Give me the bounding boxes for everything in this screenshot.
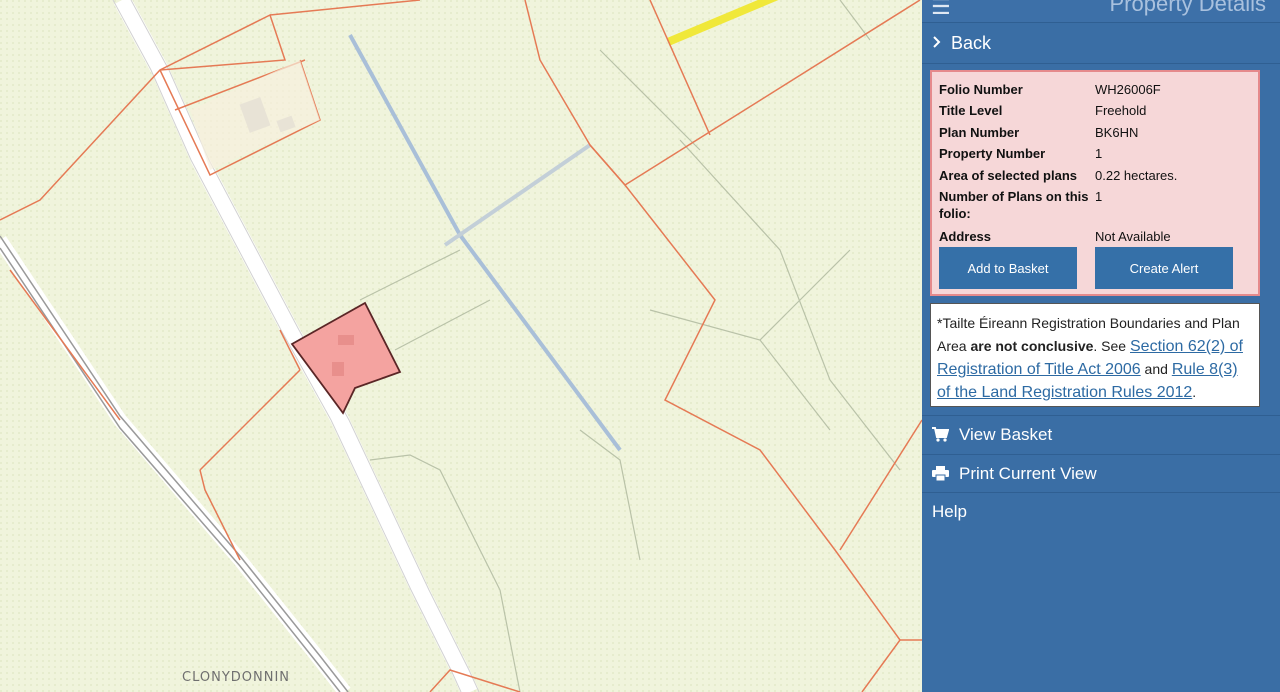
add-to-basket-button[interactable]: Add to Basket	[939, 247, 1077, 289]
detail-label: Title Level	[939, 103, 1003, 118]
detail-label: Number of Plans on this folio:	[939, 189, 1089, 221]
side-panel: ☰ Property Details Back Folio Number WH2…	[922, 0, 1280, 692]
help-button[interactable]: Help	[922, 492, 1280, 530]
help-label: Help	[932, 501, 967, 521]
detail-value: 0.22 hectares.	[1095, 168, 1178, 183]
panel-title: Property Details	[1109, 0, 1266, 16]
detail-label: Folio Number	[939, 82, 1023, 97]
view-basket-button[interactable]: View Basket	[922, 415, 1280, 453]
notice-bold-text: are not conclusive	[970, 338, 1094, 354]
back-button[interactable]: Back	[922, 22, 1280, 64]
notice-text: and	[1140, 361, 1172, 377]
notice-text: . See	[1093, 338, 1130, 354]
map-view[interactable]: CLONYDONNIN	[0, 0, 922, 692]
property-details-card: Folio Number WH26006F Title Level Freeho…	[930, 70, 1260, 296]
detail-label: Area of selected plans	[939, 168, 1077, 183]
printer-icon	[932, 466, 950, 481]
detail-label: Address	[939, 229, 992, 244]
chevron-right-icon	[932, 35, 941, 51]
detail-value: WH26006F	[1095, 82, 1161, 97]
registration-notice: *Tailte Éireann Registration Boundaries …	[930, 303, 1260, 407]
building	[338, 335, 354, 345]
print-current-view-button[interactable]: Print Current View	[922, 454, 1280, 492]
create-alert-button[interactable]: Create Alert	[1095, 247, 1233, 289]
building	[332, 362, 344, 376]
detail-label: Property Number	[939, 146, 1046, 161]
hamburger-icon[interactable]: ☰	[931, 0, 951, 20]
back-label: Back	[951, 32, 992, 53]
detail-value: 1	[1095, 189, 1103, 204]
print-current-view-label: Print Current View	[959, 463, 1097, 483]
detail-value: Freehold	[1095, 103, 1147, 118]
detail-value: 1	[1095, 146, 1103, 161]
place-label: CLONYDONNIN	[182, 670, 291, 685]
map-canvas[interactable]	[0, 0, 922, 692]
panel-header: ☰ Property Details	[922, 0, 1280, 22]
detail-value: BK6HN	[1095, 125, 1139, 140]
detail-label: Plan Number	[939, 125, 1020, 140]
cart-icon	[932, 427, 950, 442]
view-basket-label: View Basket	[959, 424, 1053, 444]
detail-value: Not Available	[1095, 229, 1171, 244]
notice-text: .	[1192, 384, 1197, 400]
